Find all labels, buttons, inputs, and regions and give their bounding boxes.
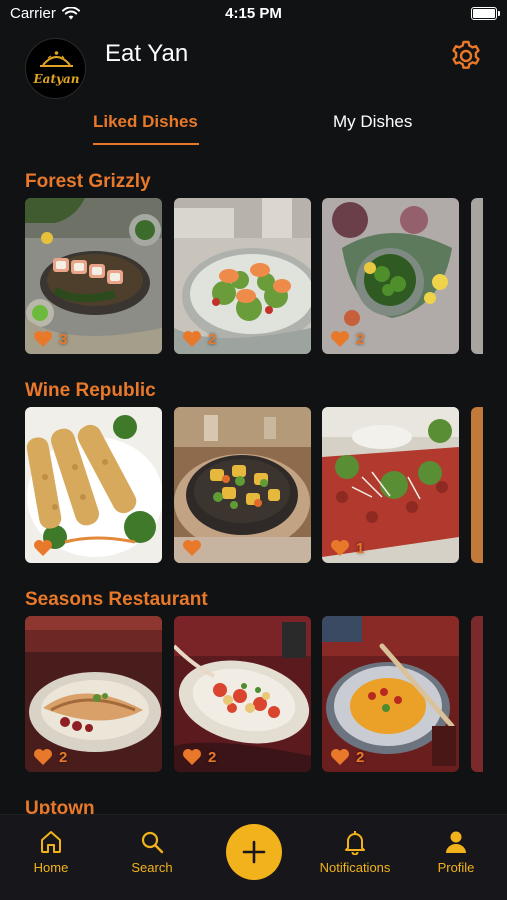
- plus-icon: [242, 840, 266, 864]
- heart-icon: [183, 749, 201, 765]
- nav-search[interactable]: Search: [102, 829, 202, 875]
- bottom-nav: Home Search Notifications Profile: [0, 814, 507, 900]
- heart-icon: [183, 331, 201, 347]
- like-count-value: 3: [59, 330, 68, 348]
- like-count[interactable]: 2: [330, 330, 364, 348]
- dish-card[interactable]: 2: [322, 616, 459, 772]
- like-count-value: 2: [208, 330, 217, 348]
- tab-liked-dishes[interactable]: Liked Dishes: [93, 112, 198, 132]
- like-count-value: 2: [356, 330, 365, 348]
- heart-icon: [183, 540, 201, 556]
- dish-card[interactable]: 2: [174, 198, 311, 354]
- battery-icon: [471, 7, 500, 20]
- nav-profile-label: Profile: [437, 860, 475, 875]
- like-count-value: 2: [208, 748, 217, 766]
- like-count-value: 2: [356, 748, 365, 766]
- like-count[interactable]: 2: [330, 748, 364, 766]
- bell-icon: [345, 831, 365, 855]
- status-time: 4:15 PM: [225, 5, 282, 22]
- like-count[interactable]: 1: [330, 539, 364, 557]
- nav-search-label: Search: [131, 860, 173, 875]
- like-count[interactable]: 2: [182, 330, 216, 348]
- dish-card[interactable]: 2: [322, 198, 459, 354]
- gear-icon: [452, 40, 480, 69]
- dish-card[interactable]: 2: [25, 616, 162, 772]
- like-count[interactable]: [33, 539, 59, 557]
- active-tab-indicator: [93, 143, 199, 145]
- settings-button[interactable]: [449, 39, 483, 73]
- nav-home[interactable]: Home: [1, 829, 101, 875]
- add-dish-button[interactable]: [226, 824, 282, 880]
- dish-card[interactable]: 1: [322, 407, 459, 563]
- home-icon: [41, 831, 61, 853]
- dish-card-peek[interactable]: [471, 198, 483, 354]
- dish-card[interactable]: [174, 407, 311, 563]
- app-logo[interactable]: Eatyan: [25, 38, 86, 99]
- like-count[interactable]: 2: [33, 748, 67, 766]
- heart-icon: [331, 331, 349, 347]
- tab-my-dishes[interactable]: My Dishes: [333, 112, 412, 132]
- dish-card[interactable]: [25, 407, 162, 563]
- dish-card[interactable]: 3: [25, 198, 162, 354]
- logo-wordmark: Eatyan: [33, 72, 80, 86]
- like-count-value: 2: [59, 748, 68, 766]
- dish-card-peek[interactable]: [471, 616, 483, 772]
- heart-icon: [34, 749, 52, 765]
- heart-icon: [331, 540, 349, 556]
- heart-icon: [34, 540, 52, 556]
- heart-icon: [331, 749, 349, 765]
- dish-card-peek[interactable]: [471, 407, 483, 563]
- heart-icon: [34, 331, 52, 347]
- section-title-forest-grizzly[interactable]: Forest Grizzly: [25, 171, 151, 193]
- section-title-seasons-restaurant[interactable]: Seasons Restaurant: [25, 589, 208, 611]
- like-count[interactable]: 2: [182, 748, 216, 766]
- search-icon: [141, 831, 164, 854]
- dish-card[interactable]: 2: [174, 616, 311, 772]
- profile-icon: [446, 831, 466, 853]
- status-bar: Carrier 4:15 PM: [0, 0, 507, 30]
- nav-notifications[interactable]: Notifications: [305, 829, 405, 875]
- cloche-logo-icon: Eatyan: [33, 51, 80, 86]
- section-title-wine-republic[interactable]: Wine Republic: [25, 380, 156, 402]
- nav-notifications-label: Notifications: [319, 860, 391, 875]
- nav-home-label: Home: [33, 860, 69, 875]
- like-count-value: 1: [356, 539, 365, 557]
- like-count[interactable]: [182, 539, 208, 557]
- app-title: Eat Yan: [105, 40, 189, 67]
- nav-profile[interactable]: Profile: [406, 829, 506, 875]
- like-count[interactable]: 3: [33, 330, 67, 348]
